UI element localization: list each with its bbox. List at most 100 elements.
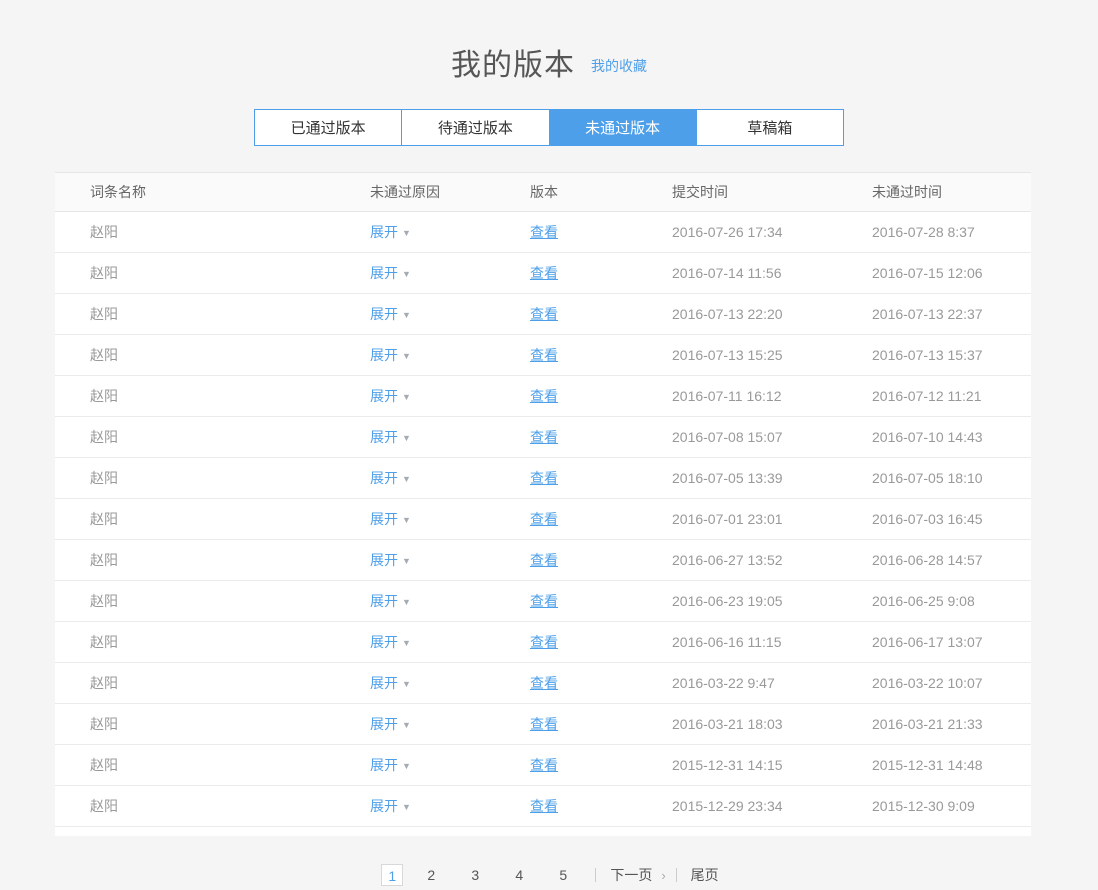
table-row: 赵阳展开▼查看2016-07-14 11:562016-07-15 12:06	[55, 253, 1031, 294]
version-cell: 查看	[530, 550, 672, 570]
view-version-link[interactable]: 查看	[530, 552, 558, 568]
version-cell: 查看	[530, 632, 672, 652]
entry-name: 赵阳	[90, 796, 370, 816]
expand-reason-link[interactable]: 展开	[370, 265, 398, 281]
tab-2-active[interactable]: 未通过版本	[549, 110, 696, 145]
expand-reason-link[interactable]: 展开	[370, 716, 398, 732]
view-version-link[interactable]: 查看	[530, 716, 558, 732]
fail-time: 2016-07-13 22:37	[872, 306, 1031, 322]
expand-reason-link[interactable]: 展开	[370, 552, 398, 568]
caret-down-icon: ▼	[402, 515, 411, 525]
table-row: 赵阳展开▼查看2016-06-27 13:522016-06-28 14:57	[55, 540, 1031, 581]
table-row: 赵阳展开▼查看2016-07-01 23:012016-07-03 16:45	[55, 499, 1031, 540]
view-version-link[interactable]: 查看	[530, 306, 558, 322]
version-cell: 查看	[530, 714, 672, 734]
expand-reason-link[interactable]: 展开	[370, 347, 398, 363]
view-version-link[interactable]: 查看	[530, 224, 558, 240]
page-number[interactable]: 5	[552, 864, 574, 886]
entry-name: 赵阳	[90, 550, 370, 570]
submit-time: 2016-07-11 16:12	[672, 388, 872, 404]
tab-0[interactable]: 已通过版本	[255, 110, 401, 145]
reason-cell: 展开▼	[370, 386, 530, 406]
expand-reason-link[interactable]: 展开	[370, 634, 398, 650]
reason-cell: 展开 ▼	[370, 550, 530, 570]
page-number[interactable]: 3	[464, 864, 486, 886]
expand-reason-link[interactable]: 展开	[370, 470, 398, 486]
submit-time: 2016-07-05 13:39	[672, 470, 872, 486]
submit-time: 2016-03-22 9:47	[672, 675, 872, 691]
reason-cell: 展开 ▼	[370, 714, 530, 734]
tab-1[interactable]: 待通过版本	[401, 110, 548, 145]
tab-3[interactable]: 草稿箱	[696, 110, 843, 145]
fail-time: 2016-07-13 15:37	[872, 347, 1031, 363]
view-version-link[interactable]: 查看	[530, 798, 558, 814]
my-favorites-link[interactable]: 我的收藏	[591, 56, 647, 76]
version-cell: 查看	[530, 796, 672, 816]
chevron-right-icon: ›	[661, 868, 665, 883]
view-version-link[interactable]: 查看	[530, 429, 558, 445]
entry-name: 赵阳	[90, 755, 370, 775]
table-body: 赵阳展开▼查看2016-07-26 17:342016-07-28 8:37赵阳…	[55, 212, 1031, 827]
page-number[interactable]: 2	[420, 864, 442, 886]
view-version-link[interactable]: 查看	[530, 757, 558, 773]
reason-cell: 展开 ▼	[370, 509, 530, 529]
view-version-link[interactable]: 查看	[530, 593, 558, 609]
view-version-link[interactable]: 查看	[530, 511, 558, 527]
pagination-divider	[595, 868, 596, 882]
version-cell: 查看	[530, 304, 672, 324]
expand-reason-link[interactable]: 展开	[370, 388, 398, 404]
next-page-link[interactable]: 下一页	[610, 865, 652, 885]
fail-time: 2016-07-15 12:06	[872, 265, 1031, 281]
reason-cell: 展开 ▼	[370, 591, 530, 611]
view-version-link[interactable]: 查看	[530, 675, 558, 691]
entry-name: 赵阳	[90, 673, 370, 693]
caret-down-icon: ▼	[402, 433, 411, 443]
caret-down-icon: ▼	[402, 720, 411, 730]
expand-reason-link[interactable]: 展开	[370, 306, 398, 322]
submit-time: 2016-06-23 19:05	[672, 593, 872, 609]
fail-time: 2016-07-03 16:45	[872, 511, 1031, 527]
expand-reason-link[interactable]: 展开	[370, 593, 398, 609]
last-page-link[interactable]: 尾页	[691, 865, 719, 885]
expand-reason-link[interactable]: 展开	[370, 224, 398, 240]
submit-time: 2016-03-21 18:03	[672, 716, 872, 732]
expand-reason-link[interactable]: 展开	[370, 511, 398, 527]
caret-down-icon: ▼	[402, 351, 411, 361]
submit-time: 2016-07-13 22:20	[672, 306, 872, 322]
reason-cell: 展开 ▼	[370, 345, 530, 365]
table-row: 赵阳展开▼查看2015-12-31 14:152015-12-31 14:48	[55, 745, 1031, 786]
reason-cell: 展开▼	[370, 263, 530, 283]
expand-reason-link[interactable]: 展开	[370, 798, 398, 814]
caret-down-icon: ▼	[402, 761, 411, 771]
table-row: 赵阳展开▼查看2016-07-08 15:072016-07-10 14:43	[55, 417, 1031, 458]
expand-reason-link[interactable]: 展开	[370, 757, 398, 773]
version-cell: 查看	[530, 509, 672, 529]
caret-down-icon: ▼	[402, 679, 411, 689]
fail-time: 2016-03-21 21:33	[872, 716, 1031, 732]
view-version-link[interactable]: 查看	[530, 265, 558, 281]
view-version-link[interactable]: 查看	[530, 634, 558, 650]
reason-cell: 展开▼	[370, 468, 530, 488]
entry-name: 赵阳	[90, 386, 370, 406]
view-version-link[interactable]: 查看	[530, 347, 558, 363]
page-number[interactable]: 4	[508, 864, 530, 886]
entry-name: 赵阳	[90, 632, 370, 652]
fail-time: 2016-07-10 14:43	[872, 429, 1031, 445]
expand-reason-link[interactable]: 展开	[370, 429, 398, 445]
table-row: 赵阳展开▼查看2016-06-23 19:052016-06-25 9:08	[55, 581, 1031, 622]
table-row: 赵阳展开▼查看2016-07-11 16:122016-07-12 11:21	[55, 376, 1031, 417]
expand-reason-link[interactable]: 展开	[370, 675, 398, 691]
entry-name: 赵阳	[90, 468, 370, 488]
caret-down-icon: ▼	[402, 556, 411, 566]
table-row: 赵阳展开▼查看2016-06-16 11:152016-06-17 13:07	[55, 622, 1031, 663]
entry-name: 赵阳	[90, 263, 370, 283]
fail-time: 2016-06-25 9:08	[872, 593, 1031, 609]
pagination-divider	[676, 868, 677, 882]
page-number-current[interactable]: 1	[381, 864, 403, 886]
version-cell: 查看	[530, 222, 672, 242]
table-row: 赵阳展开▼查看2015-12-29 23:342015-12-30 9:09	[55, 786, 1031, 827]
caret-down-icon: ▼	[402, 597, 411, 607]
entry-name: 赵阳	[90, 304, 370, 324]
view-version-link[interactable]: 查看	[530, 388, 558, 404]
view-version-link[interactable]: 查看	[530, 470, 558, 486]
